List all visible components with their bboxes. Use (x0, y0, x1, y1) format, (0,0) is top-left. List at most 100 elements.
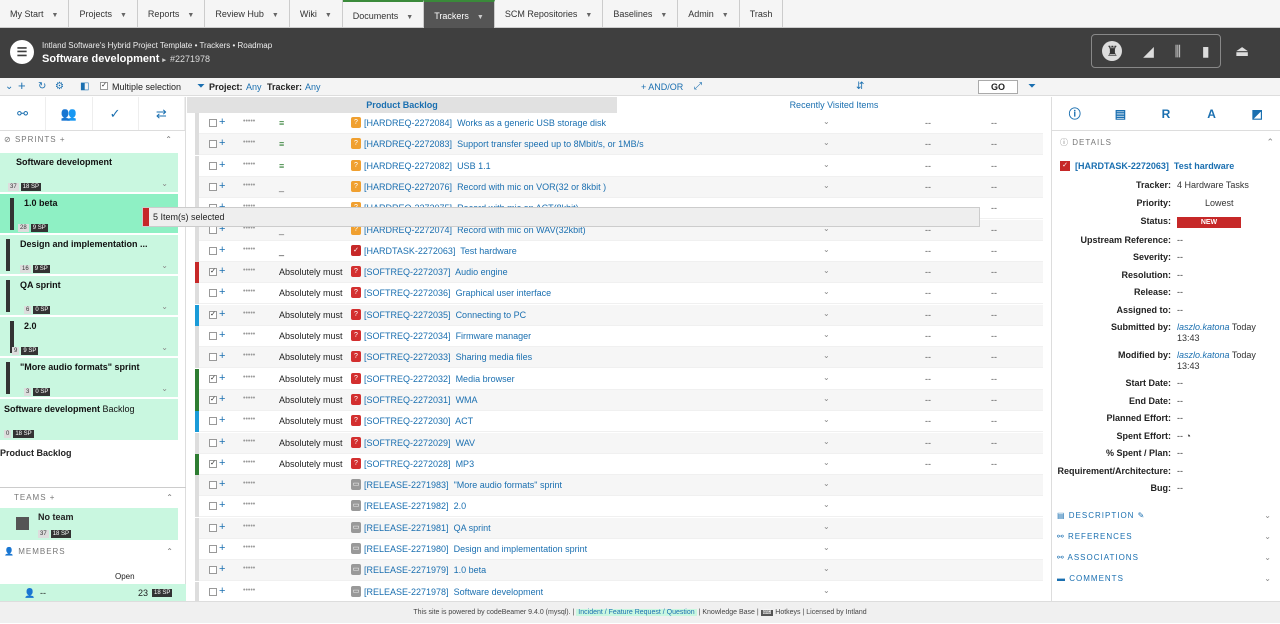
relations-icon[interactable]: ⚯ (0, 97, 47, 130)
add-child-icon[interactable]: + (219, 350, 225, 362)
chevron-down-icon[interactable]: ⌄ (161, 384, 168, 393)
add-child-icon[interactable]: + (219, 393, 225, 405)
row-status-dropdown[interactable]: ⌄ (823, 522, 830, 531)
info-icon[interactable]: ⓘ (1052, 97, 1098, 130)
row-item-link[interactable]: [HARDREQ-2272076] Record with mic on VOR… (364, 182, 606, 192)
add-child-icon[interactable]: + (219, 563, 225, 575)
row-status-dropdown[interactable]: ⌄ (823, 586, 830, 595)
row-drag-handle[interactable] (195, 411, 199, 433)
table-row[interactable]: + ••••• ▭ [RELEASE-2271981] QA sprint ⌄ (195, 517, 1043, 539)
and-or-button[interactable]: + AND/OR (641, 82, 683, 92)
add-child-icon[interactable]: + (219, 414, 225, 426)
table-row[interactable]: + ••••• ▭ [RELEASE-2271983] "More audio for… (195, 475, 1043, 497)
table-row[interactable]: + ••••• Absolutely must? [SOFTREQ-2272030] … (195, 411, 1043, 433)
row-status-dropdown[interactable]: ⌄ (823, 500, 830, 509)
table-row[interactable]: + ••••• Absolutely must? [SOFTREQ-2272034] … (195, 326, 1043, 347)
add-child-icon[interactable]: + (219, 372, 225, 384)
drag-handle[interactable] (6, 280, 10, 312)
text-icon[interactable]: A (1189, 97, 1235, 130)
section-associations[interactable]: ⚯ ASSOCIATIONS ⌄ (1057, 553, 1272, 567)
members-header[interactable]: 👤 MEMBERS ⌃ (0, 543, 186, 561)
nav-tab-documents[interactable]: Documents ▼ (342, 0, 425, 28)
row-drag-handle[interactable] (195, 539, 199, 560)
sprint-item[interactable]: "More audio formats" sprint 3 0 SP ⌄ (0, 358, 178, 398)
story-points-dots[interactable]: ••••• (243, 267, 255, 274)
sprint-item[interactable]: 2.0 9 9 SP ⌄ (0, 317, 178, 357)
row-checkbox[interactable] (209, 332, 217, 340)
row-status-dropdown[interactable]: ⌄ (823, 437, 830, 446)
row-checkbox[interactable] (209, 289, 217, 298)
chevron-down-icon[interactable]: ▼ (120, 12, 127, 19)
story-points-dots[interactable]: ••••• (243, 352, 255, 359)
table-row[interactable]: ✓ + ••••• Absolutely must? [SOFTREQ-2272031]… (195, 389, 1043, 411)
row-drag-handle[interactable] (195, 432, 199, 454)
nav-tab-admin[interactable]: Admin ▼ (678, 0, 740, 28)
row-status-dropdown[interactable]: ⌄ (823, 373, 830, 382)
review-icon[interactable]: R (1143, 97, 1189, 130)
filter-layers-icon[interactable]: ◧ (80, 81, 89, 92)
chevron-down-icon[interactable]: ▼ (477, 14, 484, 21)
timer-icon[interactable]: ◔ (1183, 431, 1191, 441)
chevron-down-icon[interactable]: ⌄ (1264, 574, 1272, 583)
swap-icon[interactable]: ⇄ (139, 97, 185, 130)
table-view-icon[interactable]: ⫼ (1175, 43, 1181, 60)
row-checkbox[interactable] (209, 481, 217, 490)
table-row[interactable]: + ••••• ≡? [HARDREQ-2272084] Works as a gen… (195, 113, 1043, 134)
chevron-down-icon[interactable]: ⌄ (161, 179, 168, 188)
section-description[interactable]: ▤ DESCRIPTION ✎ ⌄ (1057, 511, 1272, 525)
add-child-icon[interactable]: + (219, 265, 225, 277)
table-row[interactable]: + ••••• ≡? [HARDREQ-2272082] USB 1.1 ⌄ -- -- (195, 155, 1043, 177)
add-child-icon[interactable]: + (219, 116, 225, 128)
row-status-dropdown[interactable]: ⌄ (823, 564, 830, 573)
row-item-link[interactable]: [SOFTREQ-2272030] ACT (364, 416, 473, 426)
table-row[interactable]: + ••••• Absolutely must? [SOFTREQ-2272033] … (195, 347, 1043, 369)
sprint-item[interactable]: Design and implementation ... 16 9 SP ⌄ (0, 235, 178, 275)
tab-recently-visited[interactable]: Recently Visited Items (617, 97, 1051, 113)
chart-view-icon[interactable]: ▮ (1202, 43, 1210, 60)
row-drag-handle[interactable] (195, 262, 199, 284)
row-status-dropdown[interactable]: ⌄ (823, 138, 830, 147)
nav-tab-baselines[interactable]: Baselines ▼ (603, 0, 679, 28)
story-points-dots[interactable]: ••••• (243, 544, 255, 551)
row-checkbox[interactable] (209, 182, 217, 191)
table-row[interactable]: + ••••• _? [HARDREQ-2272076] Record with mi… (195, 176, 1043, 198)
add-child-icon[interactable]: + (219, 329, 225, 341)
filter-icon[interactable]: ⏷ (197, 81, 205, 92)
add-child-icon[interactable]: + (219, 286, 225, 298)
story-points-dots[interactable]: ••••• (243, 374, 255, 381)
members-check-icon[interactable]: ✓ (93, 97, 139, 130)
chevron-down-icon[interactable]: ⌄ (161, 261, 168, 270)
row-item-link[interactable]: [SOFTREQ-2272036] Graphical user interfa… (364, 288, 551, 298)
row-checkbox[interactable]: ✓ (209, 459, 217, 468)
add-child-icon[interactable]: + (219, 436, 225, 448)
add-child-icon[interactable]: + (219, 180, 225, 192)
story-points-dots[interactable]: ••••• (243, 416, 255, 423)
row-drag-handle[interactable] (195, 326, 199, 347)
story-points-dots[interactable]: ••••• (243, 395, 255, 402)
row-item-link[interactable]: [HARDTASK-2272063] Test hardware (364, 246, 517, 256)
chevron-down-icon[interactable]: ▼ (406, 14, 413, 21)
go-button[interactable]: GO (978, 80, 1018, 94)
story-points-dots[interactable]: ••••• (243, 459, 255, 466)
chevron-down-icon[interactable]: ▼ (325, 12, 332, 19)
story-points-dots[interactable]: ••••• (243, 182, 255, 189)
sprints-header[interactable]: ⊘ SPRINTS + ⌃ (0, 131, 185, 149)
row-drag-handle[interactable] (195, 113, 199, 134)
settings-icon[interactable]: ⚙ (55, 81, 64, 92)
row-checkbox[interactable]: ✓ (209, 310, 217, 319)
sprint-item[interactable]: Software development Backlog 0 18 SP (0, 399, 178, 441)
section-references[interactable]: ⚯ REFERENCES ⌄ (1057, 532, 1272, 546)
funnel-icon[interactable]: ⏷ (1028, 81, 1036, 92)
collapse-icon[interactable]: ⌄ (5, 81, 13, 92)
table-row[interactable]: + ••••• ▭ [RELEASE-2271979] 1.0 beta ⌄ (195, 560, 1043, 582)
tracker-filter-value[interactable]: Any (305, 82, 321, 92)
table-row[interactable]: + ••••• _ ✓ [HARDTASK-2272063] Test hardware… (195, 240, 1043, 262)
add-child-icon[interactable]: + (219, 244, 225, 256)
add-child-icon[interactable]: + (219, 308, 225, 320)
details-item-title[interactable]: [HARDTASK-2272063] Test hardware (1075, 161, 1234, 171)
chevron-down-icon[interactable]: ⌄ (161, 302, 168, 311)
table-row[interactable]: + ••••• ▭ [RELEASE-2271982] 2.0 ⌄ (195, 496, 1043, 518)
row-drag-handle[interactable] (195, 389, 199, 411)
story-points-dots[interactable]: ••••• (243, 501, 255, 508)
story-points-dots[interactable]: ••••• (243, 438, 255, 445)
